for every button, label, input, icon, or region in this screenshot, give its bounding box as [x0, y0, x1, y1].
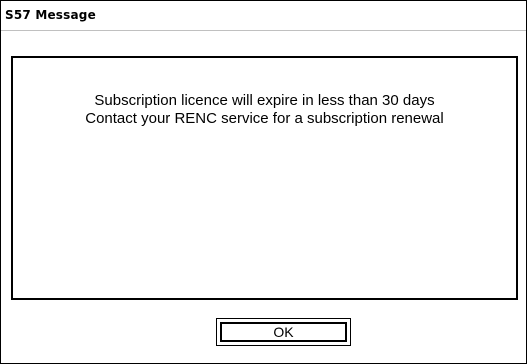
- message-line-expiry: Subscription licence will expire in less…: [94, 92, 435, 109]
- message-box: Subscription licence will expire in less…: [11, 56, 518, 300]
- ok-button[interactable]: OK: [216, 318, 351, 346]
- dialog-title: S57 Message: [5, 8, 96, 22]
- title-divider: [1, 30, 526, 31]
- message-line-contact: Contact your RENC service for a subscrip…: [85, 110, 444, 127]
- ok-button-label: OK: [220, 322, 347, 342]
- s57-message-dialog: S57 Message Subscription licence will ex…: [0, 0, 527, 364]
